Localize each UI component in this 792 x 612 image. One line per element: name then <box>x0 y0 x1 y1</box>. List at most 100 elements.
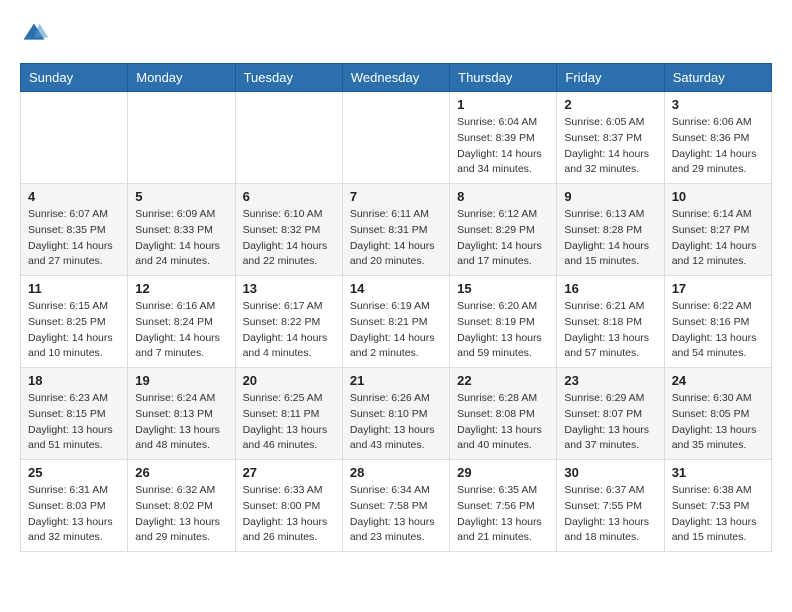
calendar-cell: 21Sunrise: 6:26 AM Sunset: 8:10 PM Dayli… <box>342 368 449 460</box>
day-number: 30 <box>564 465 656 480</box>
day-number: 10 <box>672 189 764 204</box>
calendar-week-row: 18Sunrise: 6:23 AM Sunset: 8:15 PM Dayli… <box>21 368 772 460</box>
calendar-day-header: Saturday <box>664 64 771 92</box>
calendar-day-header: Thursday <box>450 64 557 92</box>
day-number: 13 <box>243 281 335 296</box>
day-number: 4 <box>28 189 120 204</box>
day-info: Sunrise: 6:19 AM Sunset: 8:21 PM Dayligh… <box>350 299 442 362</box>
day-info: Sunrise: 6:04 AM Sunset: 8:39 PM Dayligh… <box>457 115 549 178</box>
calendar-cell: 16 Sunrise: 6:21 AM Sunset: 8:18 PM Dayli… <box>557 276 664 368</box>
day-number: 27 <box>243 465 335 480</box>
day-number: 25 <box>28 465 120 480</box>
day-number: 23 <box>564 373 656 388</box>
day-info: Sunrise: 6:16 AM Sunset: 8:24 PM Dayligh… <box>135 299 227 362</box>
calendar-header-row: SundayMondayTuesdayWednesdayThursdayFrid… <box>21 64 772 92</box>
day-number: 15 <box>457 281 549 296</box>
calendar-week-row: 1 Sunrise: 6:04 AM Sunset: 8:39 PM Daylig… <box>21 92 772 184</box>
day-info: Sunrise: 6:20 AM Sunset: 8:19 PM Dayligh… <box>457 299 549 362</box>
calendar-body: 1 Sunrise: 6:04 AM Sunset: 8:39 PM Daylig… <box>21 92 772 552</box>
day-info: Sunrise: 6:29 AM Sunset: 8:07 PM Dayligh… <box>564 391 656 454</box>
calendar-cell: 28 Sunrise: 6:34 AM Sunset: 7:58 PM Dayli… <box>342 460 449 552</box>
day-number: 20 <box>243 373 335 388</box>
logo <box>20 20 52 48</box>
day-number: 17 <box>672 281 764 296</box>
calendar-cell: 23 Sunrise: 6:29 AM Sunset: 8:07 PM Dayli… <box>557 368 664 460</box>
day-info: Sunrise: 6:10 AM Sunset: 8:32 PM Dayligh… <box>243 207 335 270</box>
day-info: Sunrise: 6:32 AM Sunset: 8:02 PM Dayligh… <box>135 483 227 546</box>
calendar-cell: 5Sunrise: 6:09 AM Sunset: 8:33 PM Daylig… <box>128 184 235 276</box>
day-number: 24 <box>672 373 764 388</box>
day-number: 9 <box>564 189 656 204</box>
calendar-cell: 10 Sunrise: 6:14 AM Sunset: 8:27 PM Dayli… <box>664 184 771 276</box>
calendar-cell: 22 Sunrise: 6:28 AM Sunset: 8:08 PM Dayli… <box>450 368 557 460</box>
calendar-cell: 12 Sunrise: 6:16 AM Sunset: 8:24 PM Dayli… <box>128 276 235 368</box>
day-info: Sunrise: 6:17 AM Sunset: 8:22 PM Dayligh… <box>243 299 335 362</box>
day-number: 22 <box>457 373 549 388</box>
calendar-cell: 30 Sunrise: 6:37 AM Sunset: 7:55 PM Dayli… <box>557 460 664 552</box>
calendar-week-row: 11 Sunrise: 6:15 AM Sunset: 8:25 PM Dayli… <box>21 276 772 368</box>
day-info: Sunrise: 6:12 AM Sunset: 8:29 PM Dayligh… <box>457 207 549 270</box>
day-number: 6 <box>243 189 335 204</box>
day-info: Sunrise: 6:33 AM Sunset: 8:00 PM Dayligh… <box>243 483 335 546</box>
calendar-cell: 6 Sunrise: 6:10 AM Sunset: 8:32 PM Daylig… <box>235 184 342 276</box>
calendar-cell <box>128 92 235 184</box>
day-info: Sunrise: 6:28 AM Sunset: 8:08 PM Dayligh… <box>457 391 549 454</box>
day-number: 11 <box>28 281 120 296</box>
day-info: Sunrise: 6:09 AM Sunset: 8:33 PM Dayligh… <box>135 207 227 270</box>
day-info: Sunrise: 6:23 AM Sunset: 8:15 PM Dayligh… <box>28 391 120 454</box>
day-number: 1 <box>457 97 549 112</box>
calendar-cell <box>342 92 449 184</box>
calendar-table: SundayMondayTuesdayWednesdayThursdayFrid… <box>20 63 772 552</box>
calendar-day-header: Sunday <box>21 64 128 92</box>
day-info: Sunrise: 6:25 AM Sunset: 8:11 PM Dayligh… <box>243 391 335 454</box>
day-info: Sunrise: 6:30 AM Sunset: 8:05 PM Dayligh… <box>672 391 764 454</box>
day-number: 2 <box>564 97 656 112</box>
day-info: Sunrise: 6:37 AM Sunset: 7:55 PM Dayligh… <box>564 483 656 546</box>
day-number: 29 <box>457 465 549 480</box>
day-number: 31 <box>672 465 764 480</box>
day-number: 26 <box>135 465 227 480</box>
day-info: Sunrise: 6:21 AM Sunset: 8:18 PM Dayligh… <box>564 299 656 362</box>
calendar-cell: 2 Sunrise: 6:05 AM Sunset: 8:37 PM Daylig… <box>557 92 664 184</box>
calendar-cell: 24 Sunrise: 6:30 AM Sunset: 8:05 PM Dayli… <box>664 368 771 460</box>
calendar-cell: 31 Sunrise: 6:38 AM Sunset: 7:53 PM Dayli… <box>664 460 771 552</box>
day-info: Sunrise: 6:05 AM Sunset: 8:37 PM Dayligh… <box>564 115 656 178</box>
calendar-week-row: 25 Sunrise: 6:31 AM Sunset: 8:03 PM Dayli… <box>21 460 772 552</box>
calendar-day-header: Friday <box>557 64 664 92</box>
calendar-cell: 9Sunrise: 6:13 AM Sunset: 8:28 PM Daylig… <box>557 184 664 276</box>
logo-icon <box>20 20 48 48</box>
day-number: 3 <box>672 97 764 112</box>
day-info: Sunrise: 6:14 AM Sunset: 8:27 PM Dayligh… <box>672 207 764 270</box>
day-info: Sunrise: 6:22 AM Sunset: 8:16 PM Dayligh… <box>672 299 764 362</box>
day-info: Sunrise: 6:31 AM Sunset: 8:03 PM Dayligh… <box>28 483 120 546</box>
calendar-cell: 26 Sunrise: 6:32 AM Sunset: 8:02 PM Dayli… <box>128 460 235 552</box>
calendar-cell: 15 Sunrise: 6:20 AM Sunset: 8:19 PM Dayli… <box>450 276 557 368</box>
calendar-week-row: 4 Sunrise: 6:07 AM Sunset: 8:35 PM Daylig… <box>21 184 772 276</box>
day-info: Sunrise: 6:26 AM Sunset: 8:10 PM Dayligh… <box>350 391 442 454</box>
calendar-cell: 19 Sunrise: 6:24 AM Sunset: 8:13 PM Dayli… <box>128 368 235 460</box>
calendar-cell: 13 Sunrise: 6:17 AM Sunset: 8:22 PM Dayli… <box>235 276 342 368</box>
calendar-cell: 8 Sunrise: 6:12 AM Sunset: 8:29 PM Daylig… <box>450 184 557 276</box>
calendar-cell: 3 Sunrise: 6:06 AM Sunset: 8:36 PM Daylig… <box>664 92 771 184</box>
calendar-header: SundayMondayTuesdayWednesdayThursdayFrid… <box>21 64 772 92</box>
day-info: Sunrise: 6:07 AM Sunset: 8:35 PM Dayligh… <box>28 207 120 270</box>
day-info: Sunrise: 6:38 AM Sunset: 7:53 PM Dayligh… <box>672 483 764 546</box>
calendar-cell: 17 Sunrise: 6:22 AM Sunset: 8:16 PM Dayli… <box>664 276 771 368</box>
day-info: Sunrise: 6:34 AM Sunset: 7:58 PM Dayligh… <box>350 483 442 546</box>
day-number: 19 <box>135 373 227 388</box>
calendar-cell: 18Sunrise: 6:23 AM Sunset: 8:15 PM Dayli… <box>21 368 128 460</box>
day-info: Sunrise: 6:15 AM Sunset: 8:25 PM Dayligh… <box>28 299 120 362</box>
day-info: Sunrise: 6:11 AM Sunset: 8:31 PM Dayligh… <box>350 207 442 270</box>
calendar-cell: 25 Sunrise: 6:31 AM Sunset: 8:03 PM Dayli… <box>21 460 128 552</box>
calendar-cell: 4 Sunrise: 6:07 AM Sunset: 8:35 PM Daylig… <box>21 184 128 276</box>
day-number: 14 <box>350 281 442 296</box>
day-info: Sunrise: 6:24 AM Sunset: 8:13 PM Dayligh… <box>135 391 227 454</box>
day-info: Sunrise: 6:06 AM Sunset: 8:36 PM Dayligh… <box>672 115 764 178</box>
day-number: 8 <box>457 189 549 204</box>
day-number: 28 <box>350 465 442 480</box>
day-number: 12 <box>135 281 227 296</box>
day-number: 16 <box>564 281 656 296</box>
calendar-cell: 11 Sunrise: 6:15 AM Sunset: 8:25 PM Dayli… <box>21 276 128 368</box>
calendar-cell <box>21 92 128 184</box>
calendar-cell <box>235 92 342 184</box>
